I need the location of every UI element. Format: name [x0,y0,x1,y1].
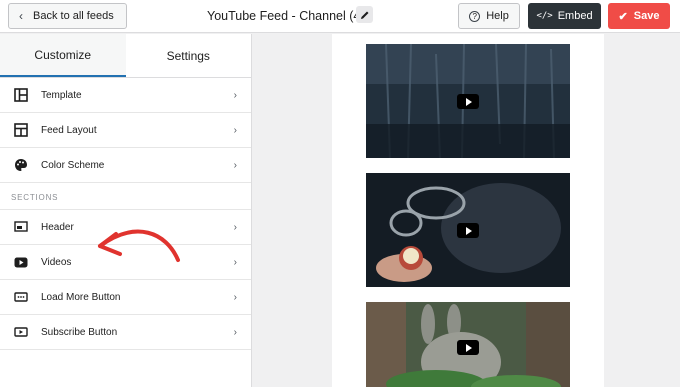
sidebar-item-label: Header [41,221,74,233]
palette-icon [13,157,29,173]
subscribe-icon [13,324,29,340]
video-thumbnail[interactable] [366,44,570,158]
embed-label: Embed [557,10,593,22]
feed-preview [332,34,604,387]
question-icon: ? [469,10,481,22]
tab-customize[interactable]: Customize [0,34,126,77]
chevron-right-icon: › [233,221,237,233]
tab-settings[interactable]: Settings [126,34,252,77]
sidebar-item-color-scheme[interactable]: Color Scheme › [0,148,251,183]
sidebar-item-subscribe-button[interactable]: Subscribe Button › [0,315,251,350]
code-icon: </> [536,11,553,21]
youtube-icon [13,254,29,270]
customizer-sidebar: Customize Settings Template › Feed Layou… [0,34,252,387]
template-icon [13,87,29,103]
sections-heading: SECTIONS [0,183,251,210]
play-icon [457,340,479,355]
embed-button[interactable]: </> Embed [528,3,601,29]
play-icon [457,94,479,109]
edit-title-button[interactable] [356,6,373,23]
help-button[interactable]: ? Help [458,3,520,29]
sidebar-item-label: Load More Button [41,291,121,303]
save-label: Save [633,10,660,22]
feed-title: YouTube Feed - Channel (4) [207,9,365,23]
sidebar-item-videos[interactable]: Videos › [0,245,251,280]
sidebar-tabs: Customize Settings [0,34,251,78]
chevron-right-icon: › [233,89,237,101]
pencil-icon [360,11,368,19]
chevron-right-icon: › [233,291,237,303]
sidebar-item-load-more-button[interactable]: Load More Button › [0,280,251,315]
load-more-icon [13,289,29,305]
play-icon [457,223,479,238]
chevron-right-icon: › [233,159,237,171]
sidebar-item-label: Template [41,89,82,101]
video-thumbnail[interactable] [366,173,570,287]
sidebar-item-label: Videos [41,256,72,268]
sidebar-item-feed-layout[interactable]: Feed Layout › [0,113,251,148]
sidebar-item-header[interactable]: Header › [0,210,251,245]
sidebar-item-label: Subscribe Button [41,326,118,338]
top-bar: ‹ Back to all feeds YouTube Feed - Chann… [0,0,680,33]
checkmark-icon: ✔ [618,10,628,23]
feed-layout-icon [13,122,29,138]
chevron-left-icon: ‹ [19,9,23,23]
back-to-feeds-button[interactable]: ‹ Back to all feeds [8,3,127,29]
chevron-right-icon: › [233,326,237,338]
back-label: Back to all feeds [33,10,114,22]
help-label: Help [486,10,509,22]
video-thumbnail[interactable] [366,302,570,387]
header-icon [13,219,29,235]
sidebar-item-label: Color Scheme [41,159,105,171]
chevron-right-icon: › [233,124,237,136]
sidebar-item-template[interactable]: Template › [0,78,251,113]
save-button[interactable]: ✔ Save [608,3,670,29]
sidebar-item-label: Feed Layout [41,124,97,136]
chevron-right-icon: › [233,256,237,268]
